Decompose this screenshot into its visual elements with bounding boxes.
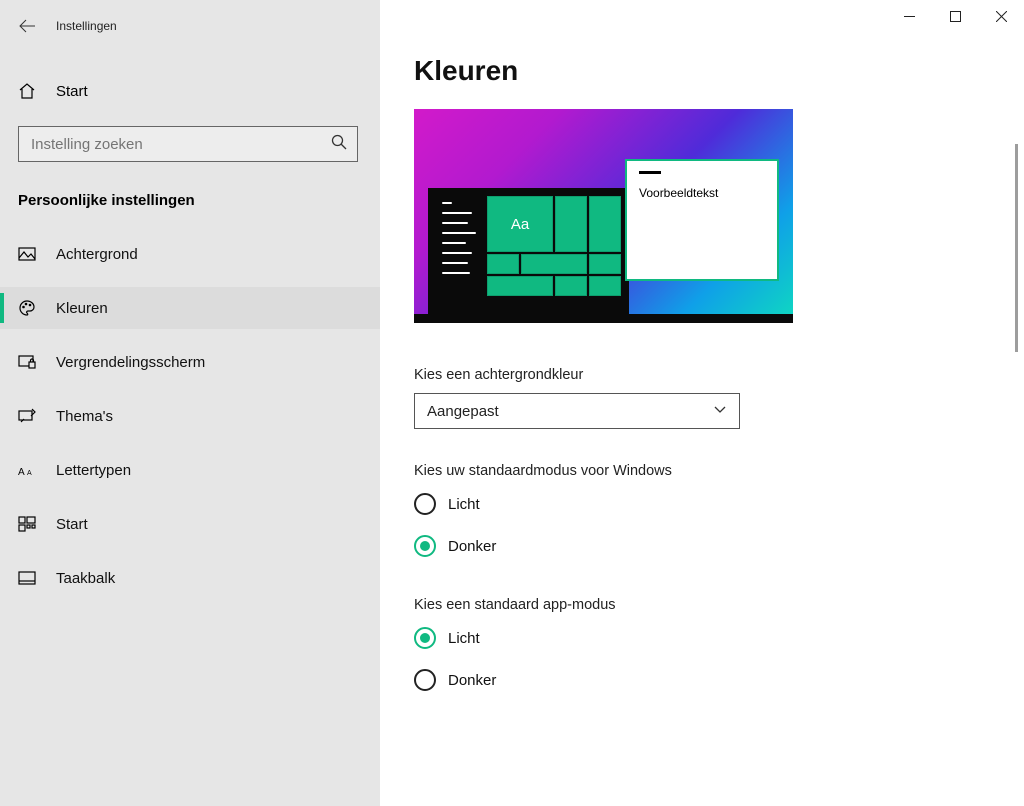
- radio-icon: [414, 493, 436, 515]
- paintbrush-icon: [18, 407, 38, 425]
- sidebar-item-home[interactable]: Start: [18, 78, 362, 104]
- preview-taskbar: [414, 314, 793, 323]
- search-icon: [330, 133, 348, 156]
- search-box[interactable]: [18, 126, 358, 162]
- preview-tile-big: Aa: [487, 196, 553, 252]
- sidebar-item-themas[interactable]: Thema's: [0, 395, 380, 437]
- radio-label: Donker: [448, 672, 496, 689]
- chevron-down-icon: [713, 402, 727, 420]
- preview-start-menu: Aa: [428, 188, 629, 314]
- app-mode-option-licht[interactable]: Licht: [414, 627, 984, 649]
- scrollbar-thumb[interactable]: [1015, 144, 1018, 352]
- preview-sample-text: Voorbeeldtekst: [639, 186, 765, 200]
- sidebar-item-lettertypen[interactable]: AA Lettertypen: [0, 449, 380, 491]
- search-input[interactable]: [18, 126, 358, 162]
- start-grid-icon: [18, 515, 38, 533]
- radio-icon: [414, 627, 436, 649]
- dropdown-value: Aangepast: [427, 403, 499, 420]
- home-icon: [18, 82, 38, 100]
- app-mode-label: Kies een standaard app-modus: [414, 597, 984, 613]
- svg-text:A: A: [27, 470, 32, 477]
- app-title: Instellingen: [56, 19, 117, 33]
- windows-mode-label: Kies uw standaardmodus voor Windows: [414, 463, 984, 479]
- preview-window: Voorbeeldtekst: [625, 159, 779, 281]
- app-mode-option-donker[interactable]: Donker: [414, 669, 984, 691]
- sidebar-item-achtergrond[interactable]: Achtergrond: [0, 233, 380, 275]
- color-preview: Aa Voorbeeldtekst: [414, 109, 793, 323]
- sidebar-item-label: Taakbalk: [56, 570, 115, 587]
- page-title: Kleuren: [414, 55, 984, 87]
- sidebar-item-label: Lettertypen: [56, 462, 131, 479]
- svg-text:A: A: [18, 467, 25, 478]
- windows-mode-option-licht[interactable]: Licht: [414, 493, 984, 515]
- palette-icon: [18, 299, 38, 317]
- main-content: Kleuren Aa Voorbeeldtekst Kies e: [380, 0, 1024, 806]
- sidebar-item-kleuren[interactable]: Kleuren: [0, 287, 380, 329]
- back-button[interactable]: [18, 17, 40, 35]
- sidebar-section-heading: Persoonlijke instellingen: [18, 192, 362, 209]
- sidebar-item-label: Thema's: [56, 408, 113, 425]
- radio-label: Donker: [448, 538, 496, 555]
- picture-icon: [18, 245, 38, 263]
- windows-mode-option-donker[interactable]: Donker: [414, 535, 984, 557]
- sidebar-item-vergrendelingsscherm[interactable]: Vergrendelingsscherm: [0, 341, 380, 383]
- color-mode-label: Kies een achtergrondkleur: [414, 367, 984, 383]
- font-icon: AA: [18, 462, 38, 478]
- radio-label: Licht: [448, 496, 480, 513]
- radio-icon: [414, 669, 436, 691]
- sidebar-item-label: Achtergrond: [56, 246, 138, 263]
- taskbar-icon: [18, 571, 38, 585]
- sidebar-nav: Achtergrond Kleuren Vergrendelingsscherm…: [0, 233, 380, 611]
- sidebar-item-label: Vergrendelingsscherm: [56, 354, 205, 371]
- sidebar: Instellingen Start Persoonlijke instelli…: [0, 0, 380, 806]
- sidebar-item-label: Start: [56, 516, 88, 533]
- radio-icon: [414, 535, 436, 557]
- home-label: Start: [56, 83, 88, 100]
- sidebar-item-taakbalk[interactable]: Taakbalk: [0, 557, 380, 599]
- lock-screen-icon: [18, 353, 38, 371]
- radio-label: Licht: [448, 630, 480, 647]
- sidebar-item-start[interactable]: Start: [0, 503, 380, 545]
- color-mode-dropdown[interactable]: Aangepast: [414, 393, 740, 429]
- sidebar-item-label: Kleuren: [56, 300, 108, 317]
